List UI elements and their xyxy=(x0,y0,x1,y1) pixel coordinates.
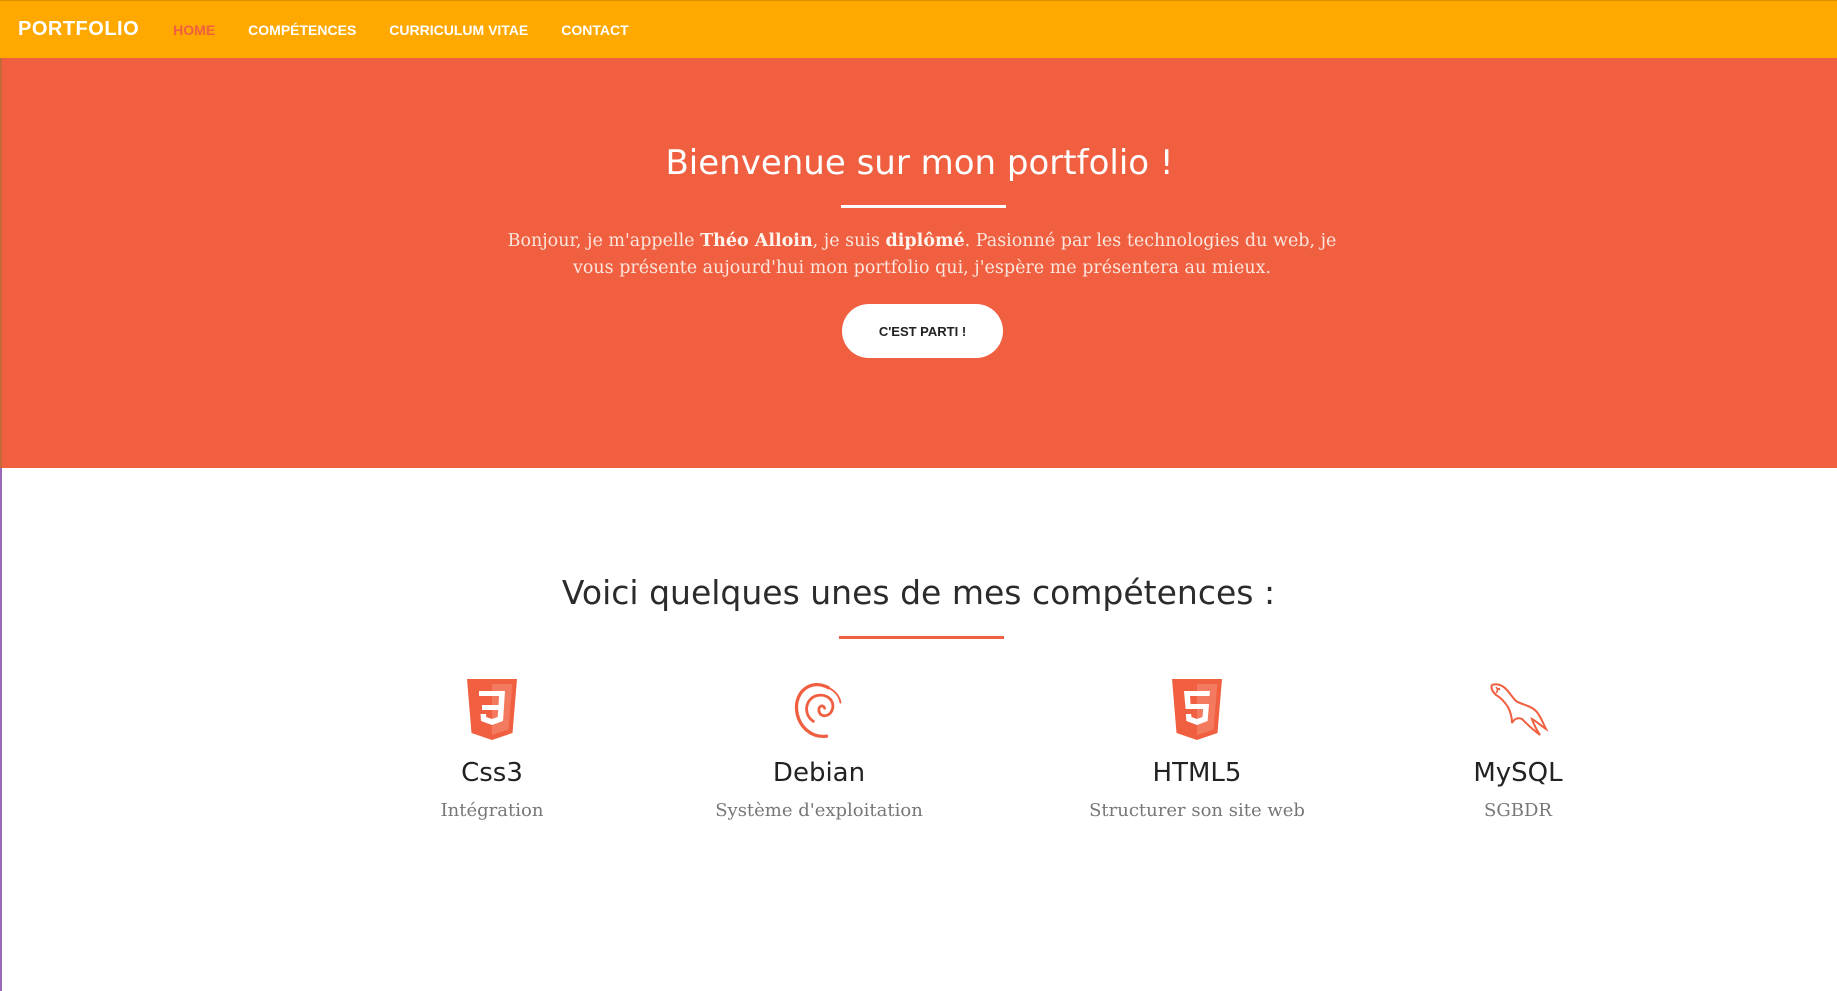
skill-card-debian: Debian Système d'exploitation xyxy=(669,678,969,821)
nav-link-home[interactable]: HOME xyxy=(173,22,215,38)
hero-intro-text: Bonjour, je m'appelle Théo Alloin, je su… xyxy=(502,228,1342,282)
hero-divider xyxy=(841,205,1006,208)
hero-section: Bienvenue sur mon portfolio ! Bonjour, j… xyxy=(0,58,1837,468)
skill-name: Css3 xyxy=(461,758,523,788)
skill-card-html5: HTML5 Structurer son site web xyxy=(1047,678,1347,821)
intro-text-part: Bonjour, je m'appelle xyxy=(507,231,701,251)
intro-text-part: , je suis xyxy=(812,231,886,251)
skill-card-css3: Css3 Intégration xyxy=(342,678,642,821)
intro-status: diplômé xyxy=(885,231,965,251)
nav-link-competences[interactable]: COMPÉTENCES xyxy=(248,22,356,38)
skill-name: MySQL xyxy=(1473,758,1563,788)
navbar: PORTFOLIO HOME COMPÉTENCES CURRICULUM VI… xyxy=(0,0,1837,58)
page-edge xyxy=(0,468,2,991)
skill-name: Debian xyxy=(772,758,866,788)
skills-title: Voici quelques unes de mes compétences : xyxy=(561,573,1276,612)
skill-description: Structurer son site web xyxy=(1089,800,1305,821)
hero-title: Bienvenue sur mon portfolio ! xyxy=(665,143,1174,183)
start-button[interactable]: C'EST PARTI ! xyxy=(842,304,1003,358)
brand-logo[interactable]: PORTFOLIO xyxy=(18,18,139,41)
html5-icon xyxy=(1172,679,1222,740)
nav-link-contact[interactable]: CONTACT xyxy=(561,22,628,38)
css3-icon xyxy=(467,679,517,740)
intro-name: Théo Alloin xyxy=(700,231,813,251)
skill-description: Intégration xyxy=(440,800,544,821)
nav-link-curriculum-vitae[interactable]: CURRICULUM VITAE xyxy=(389,22,528,38)
skill-card-mysql: MySQL SGBDR xyxy=(1368,678,1668,821)
debian-icon xyxy=(794,682,842,738)
skills-divider xyxy=(839,636,1004,639)
skill-description: SGBDR xyxy=(1484,800,1552,821)
mysql-icon xyxy=(1490,683,1549,736)
skill-name: HTML5 xyxy=(1152,758,1242,788)
skill-description: Système d'exploitation xyxy=(715,800,923,821)
